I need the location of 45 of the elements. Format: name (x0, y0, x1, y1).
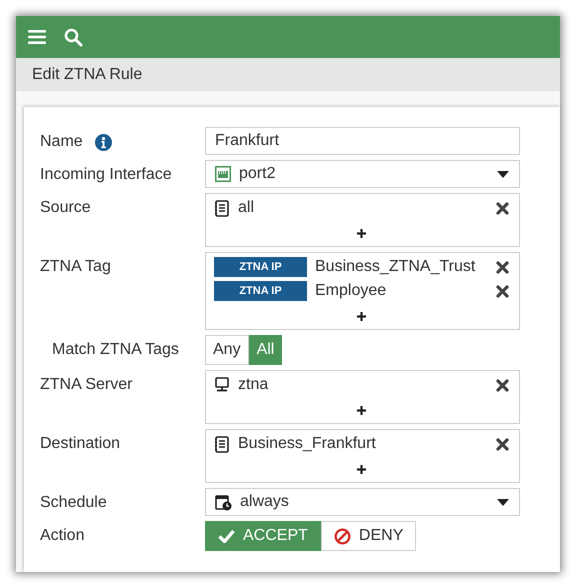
add-icon[interactable] (356, 310, 367, 322)
name-field[interactable]: Frankfurt (205, 127, 520, 155)
entry-text: Employee (315, 281, 388, 301)
field-label: ZTNA Server (40, 376, 132, 393)
remove-icon[interactable] (496, 260, 509, 274)
address-icon (214, 200, 230, 216)
monitor-icon (214, 377, 230, 393)
toggle-option[interactable]: All (248, 335, 282, 365)
remove-icon[interactable] (496, 378, 509, 392)
entry-text: Business_Frankfurt (238, 434, 377, 454)
field-label: Match ZTNA Tags (52, 341, 179, 358)
action-button[interactable]: DENY (320, 521, 416, 551)
field-label: Source (40, 199, 91, 216)
caret-icon[interactable] (497, 170, 509, 178)
action-button[interactable]: ACCEPT (205, 521, 321, 551)
remove-icon[interactable] (496, 438, 509, 450)
tag-label: ZTNA IP (214, 257, 307, 277)
entry-text: ztna (238, 375, 270, 395)
remove-icon[interactable] (496, 202, 509, 214)
ban-icon (334, 528, 351, 544)
toggle-option[interactable]: Any (205, 335, 249, 365)
add-icon[interactable] (356, 404, 367, 416)
add-icon[interactable] (356, 464, 367, 474)
field-label: Action (40, 527, 84, 544)
add-icon[interactable] (356, 228, 367, 238)
field-label: Schedule (40, 494, 107, 511)
field-label: Destination (40, 435, 120, 452)
field-label: ZTNA Tag (40, 258, 111, 275)
info-icon[interactable] (94, 134, 112, 150)
tag-label: ZTNA IP (214, 281, 307, 301)
schedule-select[interactable]: always (205, 488, 520, 516)
field-label: Incoming Interface (40, 166, 172, 183)
caret-icon[interactable] (497, 498, 509, 506)
menu-icon[interactable] (28, 29, 46, 45)
port-icon (215, 166, 231, 182)
field-label: Name (40, 132, 83, 152)
search-icon[interactable] (64, 28, 83, 46)
page-title: Edit ZTNA Rule (32, 64, 142, 84)
interface-select[interactable]: port2 (205, 160, 520, 188)
entry-text: Business_ZTNA_Trust (315, 257, 476, 277)
entry-text: all (238, 198, 256, 218)
calendar-clock-icon (215, 494, 232, 510)
address-icon (214, 436, 230, 452)
remove-icon[interactable] (496, 284, 509, 298)
check-icon (218, 529, 235, 543)
